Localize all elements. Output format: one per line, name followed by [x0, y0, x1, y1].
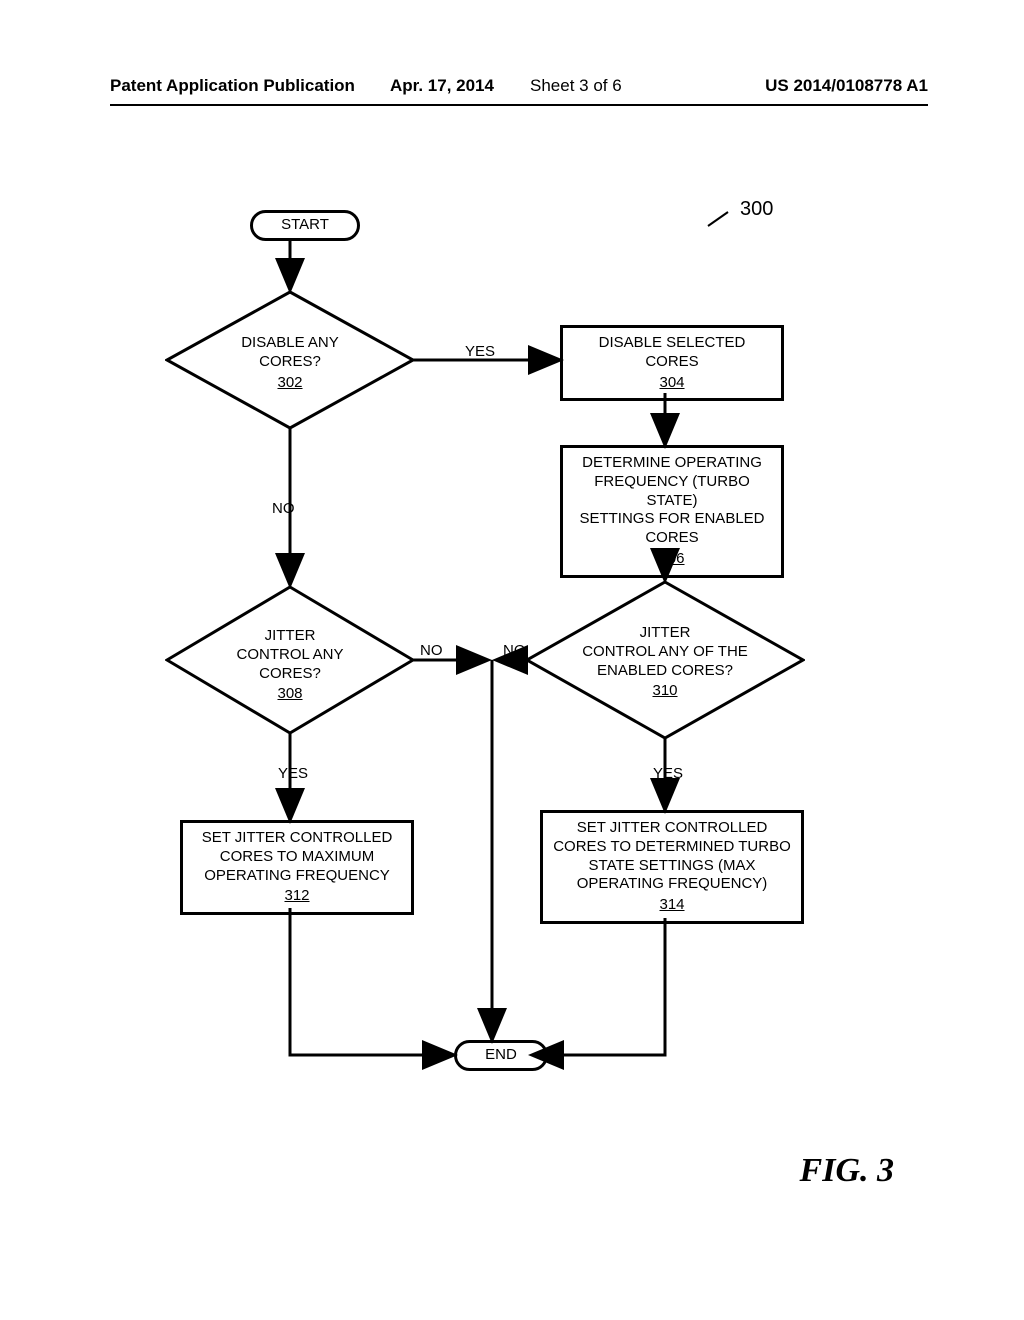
- header-sheet: Sheet 3 of 6: [530, 76, 622, 96]
- header-publication: Patent Application Publication: [110, 76, 355, 96]
- edge-label-no-308: NO: [420, 642, 443, 659]
- edge-label-yes-310: YES: [653, 765, 683, 782]
- flowchart: 300 START DISABLE ANY CORES? 302 DISABLE…: [120, 180, 890, 1160]
- header-pubno: US 2014/0108778 A1: [765, 76, 928, 96]
- edge-label-no-310: NO: [503, 642, 526, 659]
- page-header: Patent Application Publication Apr. 17, …: [110, 76, 928, 106]
- edge-label-yes-308: YES: [278, 765, 308, 782]
- edge-label-yes-302: YES: [465, 343, 495, 360]
- header-date: Apr. 17, 2014: [390, 76, 494, 96]
- edge-label-no-302: NO: [272, 500, 295, 517]
- flowchart-edges: [120, 180, 890, 1100]
